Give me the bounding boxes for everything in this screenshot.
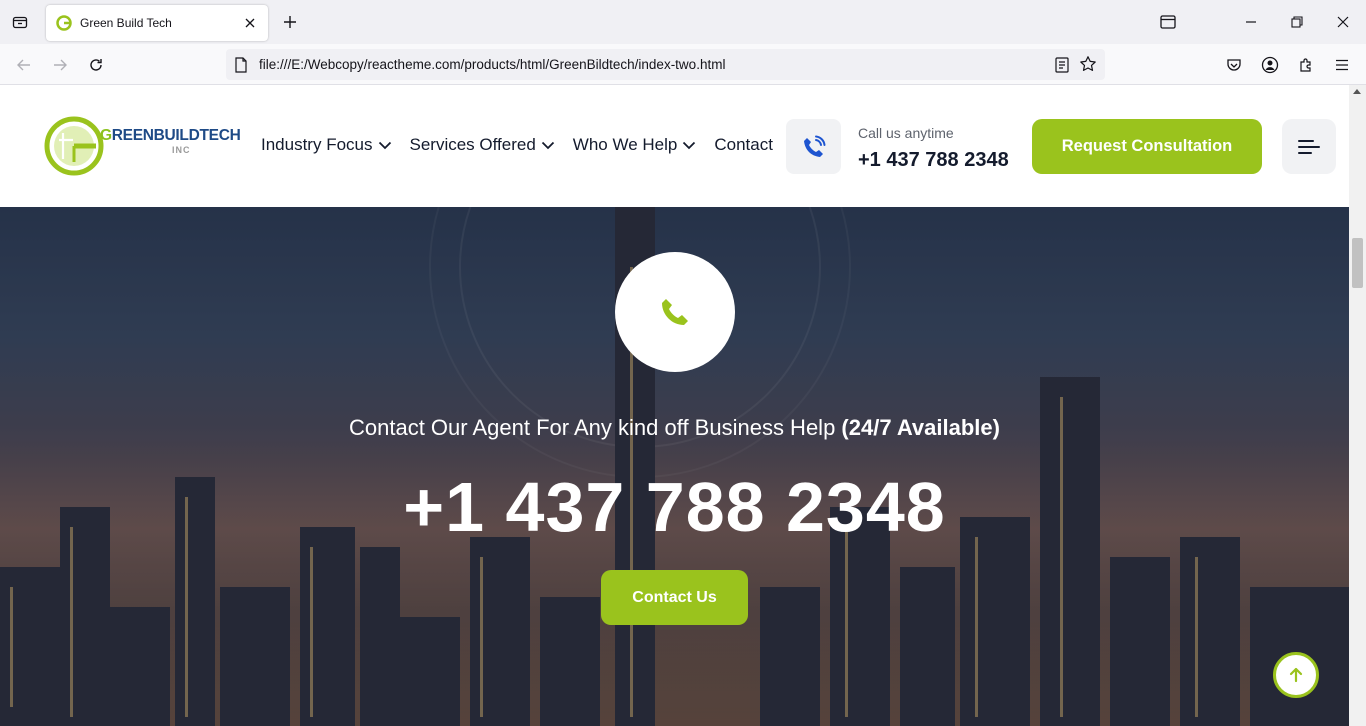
menu-toggle-button[interactable] — [1282, 119, 1336, 174]
back-icon[interactable] — [13, 54, 35, 76]
window-list-icon[interactable] — [1158, 12, 1178, 32]
extensions-icon[interactable] — [1295, 54, 1317, 76]
logo-subtitle: INC — [172, 145, 191, 155]
menu-item-services-offered[interactable]: Services Offered — [410, 135, 555, 155]
bookmark-star-icon[interactable] — [1079, 55, 1097, 73]
hamburger-icon — [1298, 139, 1320, 154]
call-label: Call us anytime — [858, 125, 954, 141]
tab-list-icon[interactable] — [10, 12, 30, 32]
request-consultation-button[interactable]: Request Consultation — [1032, 119, 1262, 174]
page-icon — [235, 57, 247, 73]
browser-nav-bar: file:///E:/Webcopy/reactheme.com/product… — [0, 44, 1366, 85]
menu-item-who-we-help[interactable]: Who We Help — [573, 135, 697, 155]
logo-mark-icon — [44, 116, 104, 176]
site-header: GREENBUILDTECH INC Industry Focus Servic… — [0, 85, 1349, 207]
browser-tab-bar: Green Build Tech — [0, 0, 1366, 44]
restore-icon[interactable] — [1287, 12, 1307, 32]
chevron-down-icon — [541, 141, 554, 149]
contact-us-button[interactable]: Contact Us — [601, 570, 748, 625]
scroll-thumb[interactable] — [1352, 238, 1363, 288]
favicon-icon — [56, 15, 72, 31]
minimize-icon[interactable] — [1241, 12, 1261, 32]
app-menu-icon[interactable] — [1331, 54, 1353, 76]
hero-subheading: Contact Our Agent For Any kind off Busin… — [349, 415, 1000, 440]
new-tab-icon[interactable] — [280, 12, 300, 32]
hero-phone-circle[interactable] — [615, 252, 735, 372]
hero-phone-number[interactable]: +1 437 788 2348 — [0, 467, 1349, 547]
forward-icon[interactable] — [49, 54, 71, 76]
reader-view-icon[interactable] — [1053, 56, 1071, 74]
close-window-icon[interactable] — [1333, 12, 1353, 32]
chevron-down-icon — [683, 141, 696, 149]
pocket-icon[interactable] — [1223, 54, 1245, 76]
site-logo[interactable]: GREENBUILDTECH INC — [43, 115, 241, 177]
browser-tab[interactable]: Green Build Tech — [46, 5, 268, 41]
reload-icon[interactable] — [85, 54, 107, 76]
main-menu: Industry Focus Services Offered Who We H… — [261, 135, 773, 155]
phone-icon-box[interactable] — [786, 119, 841, 174]
scroll-up-arrow-icon[interactable] — [1353, 89, 1361, 94]
logo-wordmark: GREENBUILDTECH — [100, 127, 241, 144]
close-tab-icon[interactable] — [242, 15, 258, 31]
back-to-top-button[interactable] — [1273, 652, 1319, 698]
contact-hero: Contact Our Agent For Any kind off Busin… — [0, 207, 1349, 726]
call-number[interactable]: +1 437 788 2348 — [858, 149, 1009, 172]
arrow-up-icon — [1289, 667, 1303, 683]
chevron-down-icon — [378, 141, 391, 149]
tab-title: Green Build Tech — [80, 16, 172, 30]
account-icon[interactable] — [1259, 54, 1281, 76]
page-viewport: GREENBUILDTECH INC Industry Focus Servic… — [0, 85, 1349, 726]
phone-ringing-icon — [803, 135, 825, 157]
url-bar[interactable]: file:///E:/Webcopy/reactheme.com/product… — [226, 49, 1105, 80]
menu-item-contact[interactable]: Contact — [714, 135, 773, 155]
phone-icon — [662, 299, 688, 325]
page-scrollbar[interactable] — [1349, 85, 1366, 726]
url-text[interactable]: file:///E:/Webcopy/reactheme.com/product… — [259, 57, 725, 72]
menu-item-industry-focus[interactable]: Industry Focus — [261, 135, 392, 155]
